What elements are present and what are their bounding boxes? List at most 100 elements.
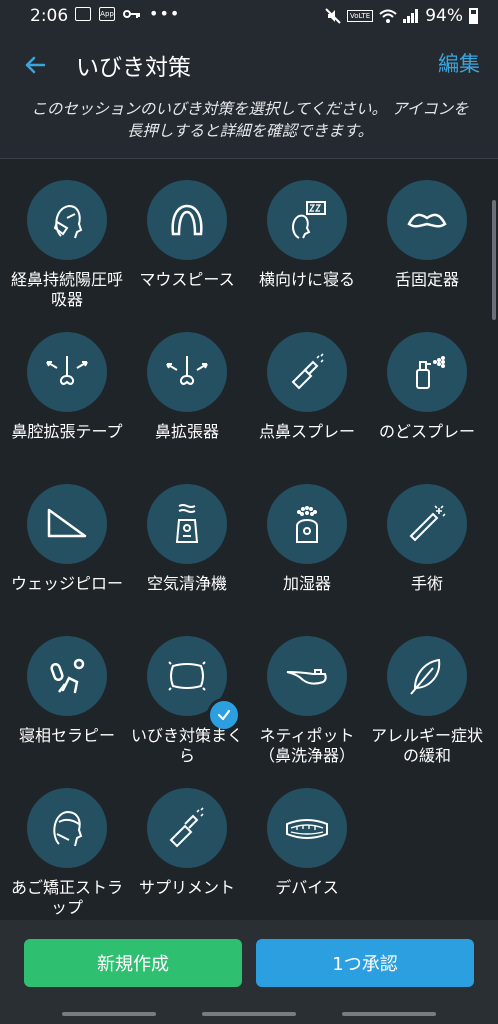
app-icon: App: [99, 7, 115, 21]
nav-back-handle[interactable]: [342, 1012, 436, 1016]
remedy-icon-circle: [267, 636, 347, 716]
gallery-icon: [75, 7, 91, 21]
key-icon: [123, 10, 140, 18]
cpap-mask-icon: [53, 204, 83, 239]
humidifier-icon: [296, 506, 318, 543]
remedy-icon-circle: [147, 180, 227, 260]
remedy-tile[interactable]: 横向けに寝る: [247, 160, 367, 310]
anti-snore-pillow-icon: [168, 661, 206, 691]
remedy-tile[interactable]: 鼻拡張器: [127, 312, 247, 462]
remedy-tile[interactable]: 空気清浄機: [127, 464, 247, 614]
remedy-label: 空気清浄機: [146, 574, 227, 593]
remedy-label: 寝相セラピー: [18, 726, 115, 745]
nasal-spray-icon: [291, 353, 324, 390]
remedy-tile[interactable]: マウスピース: [127, 160, 247, 310]
remedy-label: サプリメント: [138, 878, 235, 897]
system-nav-bar: [0, 1012, 498, 1016]
neti-pot-icon: [286, 669, 327, 685]
chin-strap-icon: [53, 810, 83, 847]
remedy-label: のどスプレー: [378, 422, 475, 441]
mouthpiece-icon: [171, 204, 203, 236]
remedy-tile[interactable]: アレルギー症状の緩和: [367, 616, 487, 766]
side-sleep-icon: [292, 201, 326, 239]
remedy-label: 経鼻持続陽圧呼吸器: [10, 270, 123, 309]
remedy-icon-circle: [27, 484, 107, 564]
page-title: いびき対策: [76, 55, 191, 81]
remedy-tile[interactable]: いびき対策まくら: [127, 616, 247, 766]
remedy-tile[interactable]: 鼻腔拡張テープ: [7, 312, 127, 462]
remedy-tile[interactable]: ウェッジピロー: [7, 464, 127, 614]
remedy-icon-circle: [267, 484, 347, 564]
remedy-label: 加湿器: [282, 574, 331, 593]
remedy-label: ウェッジピロー: [10, 574, 123, 593]
remedy-label: デバイス: [275, 878, 339, 897]
remedy-label: 鼻腔拡張テープ: [11, 422, 123, 441]
remedy-icon-circle: [387, 332, 467, 412]
status-time: 2:06: [30, 6, 69, 26]
supplement-icon: [169, 807, 204, 848]
device-icon: [286, 819, 328, 839]
remedy-tile[interactable]: サプリメント: [127, 768, 247, 918]
throat-spray-icon: [416, 356, 445, 389]
remedy-icon-circle: [27, 636, 107, 716]
nasal-strip-icon: [46, 356, 88, 386]
remedy-tile[interactable]: のどスプレー: [367, 312, 487, 462]
action-bar: 新規作成 1つ承認: [0, 920, 498, 1024]
remedy-tile[interactable]: あご矯正ストラップ: [7, 768, 127, 918]
wifi-icon: [379, 9, 397, 23]
remedy-tile[interactable]: 寝相セラピー: [7, 616, 127, 766]
allergy-feather-icon: [410, 658, 441, 695]
remedy-icon-circle: [27, 788, 107, 868]
remedy-icon-circle: [267, 332, 347, 412]
nasal-dilator-icon: [166, 356, 208, 386]
remedy-tile[interactable]: 舌固定器: [367, 160, 487, 310]
signal-icon: [403, 9, 419, 23]
remedy-label: 手術: [410, 574, 443, 593]
air-purifier-icon: [175, 504, 199, 543]
remedy-tile[interactable]: 手術: [367, 464, 487, 614]
approve-button[interactable]: 1つ承認: [256, 939, 474, 987]
remedy-tile[interactable]: 点鼻スプレー: [247, 312, 367, 462]
nav-recent-handle[interactable]: [62, 1012, 156, 1016]
remedy-label: 舌固定器: [394, 270, 459, 289]
remedy-icon-circle: [147, 332, 227, 412]
remedy-label: いびき対策まくら: [130, 726, 243, 765]
remedy-grid: 経鼻持続陽圧呼吸器 マウスピース 横向けに寝る 舌固定器 鼻腔拡張テープ 鼻拡張…: [0, 160, 498, 920]
remedy-label: あご矯正ストラップ: [10, 878, 123, 917]
wedge-pillow-icon: [47, 508, 87, 538]
app-header: いびき対策 編集 このセッションのいびき対策を選択してください。 アイコンを長押…: [0, 32, 498, 159]
remedy-label: 横向けに寝る: [258, 270, 355, 289]
notification-icons: App •••: [75, 4, 181, 23]
remedy-label: 点鼻スプレー: [258, 422, 355, 441]
positional-therapy-icon: [50, 658, 85, 694]
surgery-wand-icon: [409, 505, 446, 542]
more-dots-icon: •••: [149, 4, 181, 23]
status-bar: 2:06 App ••• VoLTE 94%: [0, 0, 498, 32]
battery-percent: 94%: [425, 6, 463, 26]
remedy-label: 鼻拡張器: [154, 422, 219, 441]
remedy-tile[interactable]: 加湿器: [247, 464, 367, 614]
battery-icon: [469, 8, 478, 24]
remedy-label: ネティポット（鼻洗浄器）: [258, 726, 355, 765]
remedy-icon-circle: [387, 484, 467, 564]
create-new-button[interactable]: 新規作成: [24, 939, 242, 987]
remedy-label: アレルギー症状の緩和: [370, 726, 483, 765]
app-icon-label: App: [100, 10, 114, 18]
tongue-retainer-icon: [407, 213, 447, 228]
remedy-icon-circle: [27, 180, 107, 260]
remedy-label: マウスピース: [139, 270, 235, 289]
remedy-icon-circle: [147, 484, 227, 564]
remedy-icon-circle: [387, 636, 467, 716]
instruction-text: このセッションのいびき対策を選択してください。 アイコンを長押しすると詳細を確認…: [31, 100, 469, 140]
remedy-tile[interactable]: デバイス: [247, 768, 367, 918]
system-status-icons: VoLTE 94%: [325, 6, 478, 26]
back-arrow-icon[interactable]: [20, 50, 50, 80]
mute-icon: [325, 8, 341, 24]
remedy-tile[interactable]: ネティポット（鼻洗浄器）: [247, 616, 367, 766]
nav-home-handle[interactable]: [202, 1012, 296, 1016]
scrollbar[interactable]: [492, 200, 496, 320]
edit-button[interactable]: 編集: [438, 48, 480, 78]
volte-icon: VoLTE: [347, 10, 374, 22]
remedy-icon-circle: [267, 788, 347, 868]
remedy-tile[interactable]: 経鼻持続陽圧呼吸器: [7, 160, 127, 310]
